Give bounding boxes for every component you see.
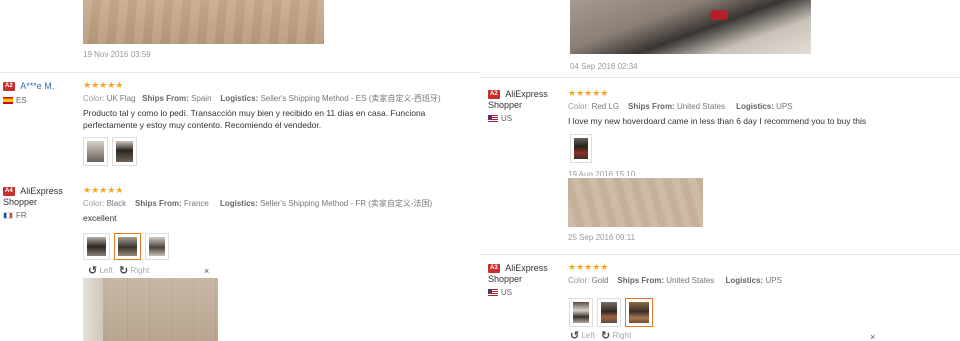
reviewer-info: A2 AliExpress Shopper US bbox=[488, 89, 558, 124]
rotate-left-label[interactable]: Left bbox=[581, 331, 594, 340]
review-divider bbox=[480, 254, 960, 255]
review-thumbnail[interactable] bbox=[112, 137, 137, 166]
review-date: 04 Sep 2016 02:34 bbox=[570, 62, 638, 71]
reviewer-country: ES bbox=[3, 96, 54, 106]
review-item: A3 AliExpress Shopper US ★★★★★ Color: Go… bbox=[480, 260, 960, 341]
rotate-right-icon[interactable]: ↻ bbox=[601, 330, 610, 341]
review-thumbnail[interactable] bbox=[145, 233, 169, 260]
country-code: US bbox=[501, 114, 513, 123]
review-thumbnail[interactable] bbox=[569, 298, 593, 327]
review-thumbnail-selected[interactable] bbox=[625, 298, 653, 327]
review-text: I love my new hoverdoard came in less th… bbox=[568, 116, 867, 126]
reviewer-country: US bbox=[488, 288, 558, 298]
reviewer-name[interactable]: A***e M. bbox=[20, 81, 54, 91]
review-date: 19 Nov 2016 03:59 bbox=[83, 50, 151, 59]
country-code: US bbox=[501, 288, 513, 297]
rotate-right-label[interactable]: Right bbox=[612, 331, 631, 340]
reviewer-level-badge: A2 bbox=[488, 90, 500, 100]
review-thumbnail-selected[interactable] bbox=[114, 233, 141, 260]
right-review-column: 04 Sep 2016 02:34 A2 AliExpress Shopper … bbox=[480, 0, 960, 341]
rotate-left-icon[interactable]: ↺ bbox=[570, 330, 579, 341]
close-icon[interactable]: × bbox=[204, 266, 209, 276]
country-code: ES bbox=[16, 96, 27, 105]
reviewer-country: FR bbox=[3, 211, 73, 221]
reviewer-level-badge: A4 bbox=[3, 187, 15, 197]
review-photo-large[interactable] bbox=[568, 178, 703, 227]
reviewer-level-badge: A3 bbox=[488, 264, 500, 274]
order-info: Color: Black Ships From: France Logistic… bbox=[83, 199, 433, 208]
rotate-right-label[interactable]: Right bbox=[130, 266, 149, 275]
rating-stars: ★★★★★ bbox=[83, 80, 124, 90]
country-code: FR bbox=[16, 211, 27, 220]
spain-flag-icon bbox=[3, 97, 13, 105]
reviewer-info: A2 A***e M. ES bbox=[3, 81, 54, 106]
review-divider bbox=[480, 77, 960, 78]
rating-stars: ★★★★★ bbox=[568, 88, 609, 98]
review-item: A2 A***e M. ES ★★★★★ Color: UK Flag Ship… bbox=[0, 78, 480, 168]
order-info: Color: Red LG Ships From: United States … bbox=[568, 102, 793, 111]
order-info: Color: UK Flag Ships From: Spain Logisti… bbox=[83, 94, 441, 103]
rating-stars: ★★★★★ bbox=[568, 262, 609, 272]
rotate-left-icon[interactable]: ↺ bbox=[88, 265, 97, 277]
order-info: Color: Gold Ships From: United States Lo… bbox=[568, 276, 782, 285]
reviewer-country: US bbox=[488, 114, 558, 124]
review-thumbnail[interactable] bbox=[83, 137, 108, 166]
review-date: 25 Sep 2016 09:11 bbox=[568, 233, 636, 242]
review-thumbnail[interactable] bbox=[597, 298, 621, 327]
us-flag-icon bbox=[488, 289, 498, 297]
france-flag-icon bbox=[3, 212, 13, 220]
review-text: Producto tal y como lo pedí. Transacción… bbox=[83, 108, 426, 130]
left-review-column: 19 Nov 2016 03:59 A2 A***e M. ES ★★★★★ C… bbox=[0, 0, 480, 341]
us-flag-icon bbox=[488, 115, 498, 123]
review-thumbnail[interactable] bbox=[570, 134, 592, 163]
reviewer-info: A3 AliExpress Shopper US bbox=[488, 263, 558, 298]
review-thumbnail[interactable] bbox=[83, 233, 110, 260]
review-photo-large[interactable] bbox=[570, 0, 811, 54]
rating-stars: ★★★★★ bbox=[83, 185, 124, 195]
review-date: 19 Aug 2016 15:10 bbox=[568, 170, 636, 176]
image-viewer-toolbar: ↺ Left ↻ Right bbox=[570, 330, 698, 341]
rotate-right-icon[interactable]: ↻ bbox=[119, 265, 128, 277]
review-photo-large[interactable] bbox=[83, 278, 218, 341]
reviewer-info: A4 AliExpress Shopper FR bbox=[3, 186, 73, 221]
image-viewer-toolbar: ↺ Left ↻ Right bbox=[88, 265, 216, 277]
review-item: A2 AliExpress Shopper US ★★★★★ Color: Re… bbox=[480, 86, 960, 246]
rotate-left-label[interactable]: Left bbox=[99, 266, 112, 275]
reviewer-level-badge: A2 bbox=[3, 82, 15, 92]
review-item: A4 AliExpress Shopper FR ★★★★★ Color: Bl… bbox=[0, 183, 480, 341]
close-icon[interactable]: × bbox=[870, 332, 875, 341]
review-divider bbox=[0, 72, 480, 73]
review-text: excellent bbox=[83, 213, 117, 223]
review-photo-large[interactable] bbox=[83, 0, 324, 44]
